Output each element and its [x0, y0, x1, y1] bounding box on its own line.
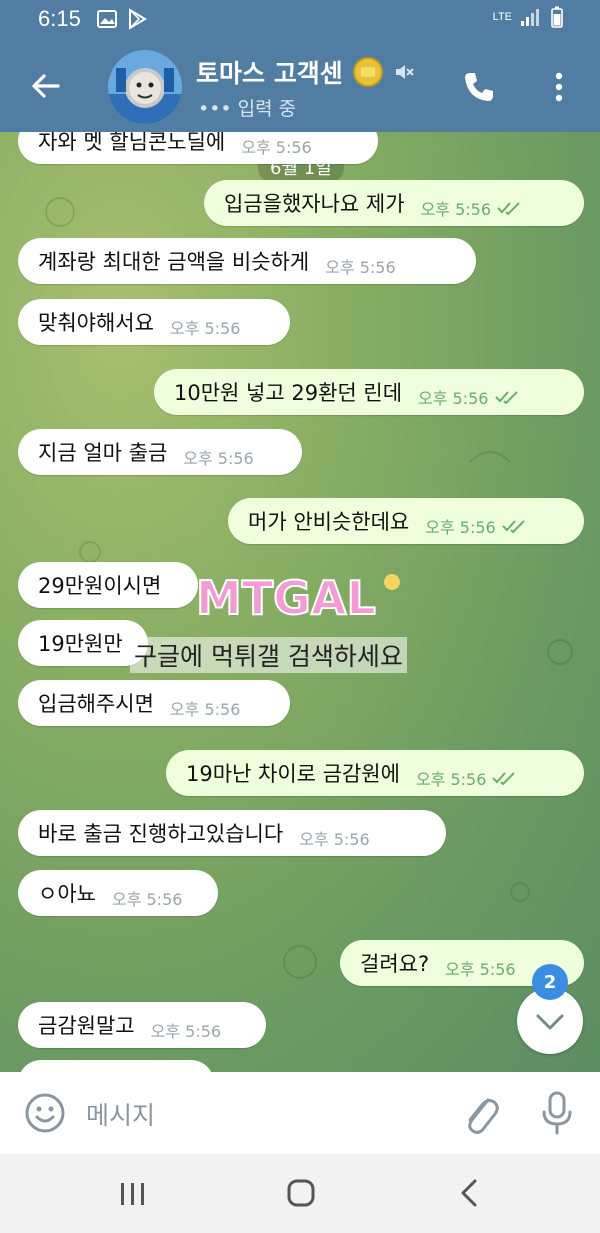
message-text: 입금해주시면 [38, 692, 154, 716]
message-time: 오후 5:56 [299, 830, 370, 849]
microphone-icon[interactable] [540, 1090, 574, 1136]
message-bubble-incoming[interactable]: 맞춰야해서요 오후 5:56 [18, 299, 290, 345]
message-bubble-outgoing[interactable]: 19마난 차이로 금감원에 오후 5:56 [166, 750, 584, 796]
watermark-text: 구글에 먹튀갤 검색하세요 [130, 637, 407, 673]
message-time: 오후 5:56 [241, 138, 312, 157]
message-bubble-outgoing[interactable]: 입금을했자나요 제가 오후 5:56 [204, 180, 584, 226]
message-text: 29만원이시면 [38, 574, 162, 598]
battery-icon [551, 6, 563, 28]
message-time: 오후 5:56 [416, 756, 518, 790]
back-arrow-icon[interactable] [28, 70, 64, 102]
watermark-logo: MTGAL [196, 570, 406, 622]
home-icon[interactable] [286, 1178, 316, 1208]
play-store-icon [129, 8, 147, 30]
nav-back-icon[interactable] [458, 1178, 480, 1208]
message-text: 맞춰야해서요 [38, 311, 154, 335]
network-label: LTE [492, 11, 512, 23]
message-bubble-incoming[interactable]: 금감원말고 오후 5:56 [18, 1002, 266, 1048]
message-text: ㅇ아뇨 [38, 882, 96, 906]
message-time: 오후 5:56 [169, 700, 241, 719]
double-check-icon [492, 772, 516, 785]
signal-icon [521, 9, 539, 26]
phone-icon[interactable] [462, 70, 496, 104]
status-bar: 6:15 LTE [0, 0, 600, 40]
message-bubble-incoming[interactable]: 지금 얼마 출금 오후 5:56 [18, 429, 302, 475]
mute-icon [395, 65, 414, 79]
message-bubble-incoming[interactable]: 입금해주시면 오후 5:56 [18, 680, 290, 726]
coin-icon [352, 57, 383, 87]
svg-text:MTGAL: MTGAL [196, 571, 376, 622]
gallery-icon [97, 10, 117, 28]
message-time: 오후 5:56 [418, 375, 520, 409]
message-text: 금감원말고 [38, 1014, 135, 1038]
message-bubble-outgoing[interactable]: 10만원 넣고 29환던 린데 오후 5:56 [154, 369, 584, 415]
message-bubble-incoming[interactable]: 29만원이시면 [18, 562, 198, 608]
chat-header: 토마스 고객센 ••• 입력 중 [0, 40, 600, 132]
attach-icon[interactable] [460, 1090, 500, 1136]
double-check-icon [497, 202, 520, 215]
status-right: LTE [493, 6, 564, 28]
message-bubble-outgoing[interactable]: 머가 안비슷한데요 오후 5:56 [228, 498, 584, 544]
message-bubble-incoming[interactable]: 계좌랑 최대한 금액을 비슷하게 오후 5:56 [18, 238, 476, 284]
double-check-icon [502, 520, 525, 533]
message-text: 바로 출금 진행하고있습니다 [38, 822, 284, 846]
status-time: 6:15 [38, 6, 81, 31]
message-bubble-incoming-partial[interactable] [18, 1060, 214, 1072]
message-time: 오후 5:56 [169, 319, 241, 338]
message-text: 머가 안비슷한데요 [248, 510, 410, 534]
message-bubble-incoming[interactable]: ㅇ아뇨 오후 5:56 [18, 870, 218, 916]
message-time: 오후 5:56 [425, 504, 527, 538]
message-bubble-incoming[interactable]: 자와 멧 할님콘노딜에 오후 5:56 [18, 132, 378, 164]
message-text: 자와 멧 할님콘노딜에 [38, 132, 226, 154]
message-text: 19만원만 [38, 632, 123, 656]
message-bubble-incoming[interactable]: 19만원만 [18, 620, 148, 666]
message-time: 오후 5:56 [325, 258, 396, 277]
message-text: 19마난 차이로 금감원에 [186, 762, 400, 786]
message-input[interactable]: 메시지 [86, 1096, 155, 1132]
message-text: 계좌랑 최대한 금액을 비슷하게 [38, 250, 310, 274]
message-text: 입금을했자나요 제가 [224, 192, 405, 216]
status-notification-icons [96, 8, 148, 30]
typing-status: ••• 입력 중 [198, 98, 297, 120]
message-text: 걸려요? [360, 952, 430, 976]
chat-title: 토마스 고객센 [196, 59, 343, 88]
message-time: 오후 5:56 [183, 449, 254, 468]
recent-apps-icon[interactable] [118, 1180, 148, 1208]
message-input-bar: 메시지 [0, 1072, 600, 1154]
message-time: 오후 5:56 [150, 1022, 222, 1041]
system-nav-bar [0, 1154, 600, 1233]
message-time: 오후 5:56 [445, 960, 516, 979]
title-row[interactable]: 토마스 고객센 [196, 54, 415, 90]
message-time: 오후 5:56 [421, 186, 523, 220]
double-check-icon [494, 391, 518, 404]
unread-badge: 2 [532, 964, 568, 1000]
emoji-icon[interactable] [24, 1092, 66, 1134]
message-text: 10만원 넣고 29환던 린데 [174, 381, 403, 405]
message-bubble-incoming[interactable]: 바로 출금 진행하고있습니다 오후 5:56 [18, 810, 446, 856]
chat-area[interactable]: 6월 1일 자와 멧 할님콘노딜에 오후 5:56 입금을했자나요 제가 오후 … [0, 132, 600, 1072]
message-time: 오후 5:56 [111, 890, 183, 909]
more-vert-icon[interactable] [548, 70, 570, 104]
avatar[interactable] [108, 50, 182, 124]
message-text: 지금 얼마 출금 [38, 441, 168, 465]
